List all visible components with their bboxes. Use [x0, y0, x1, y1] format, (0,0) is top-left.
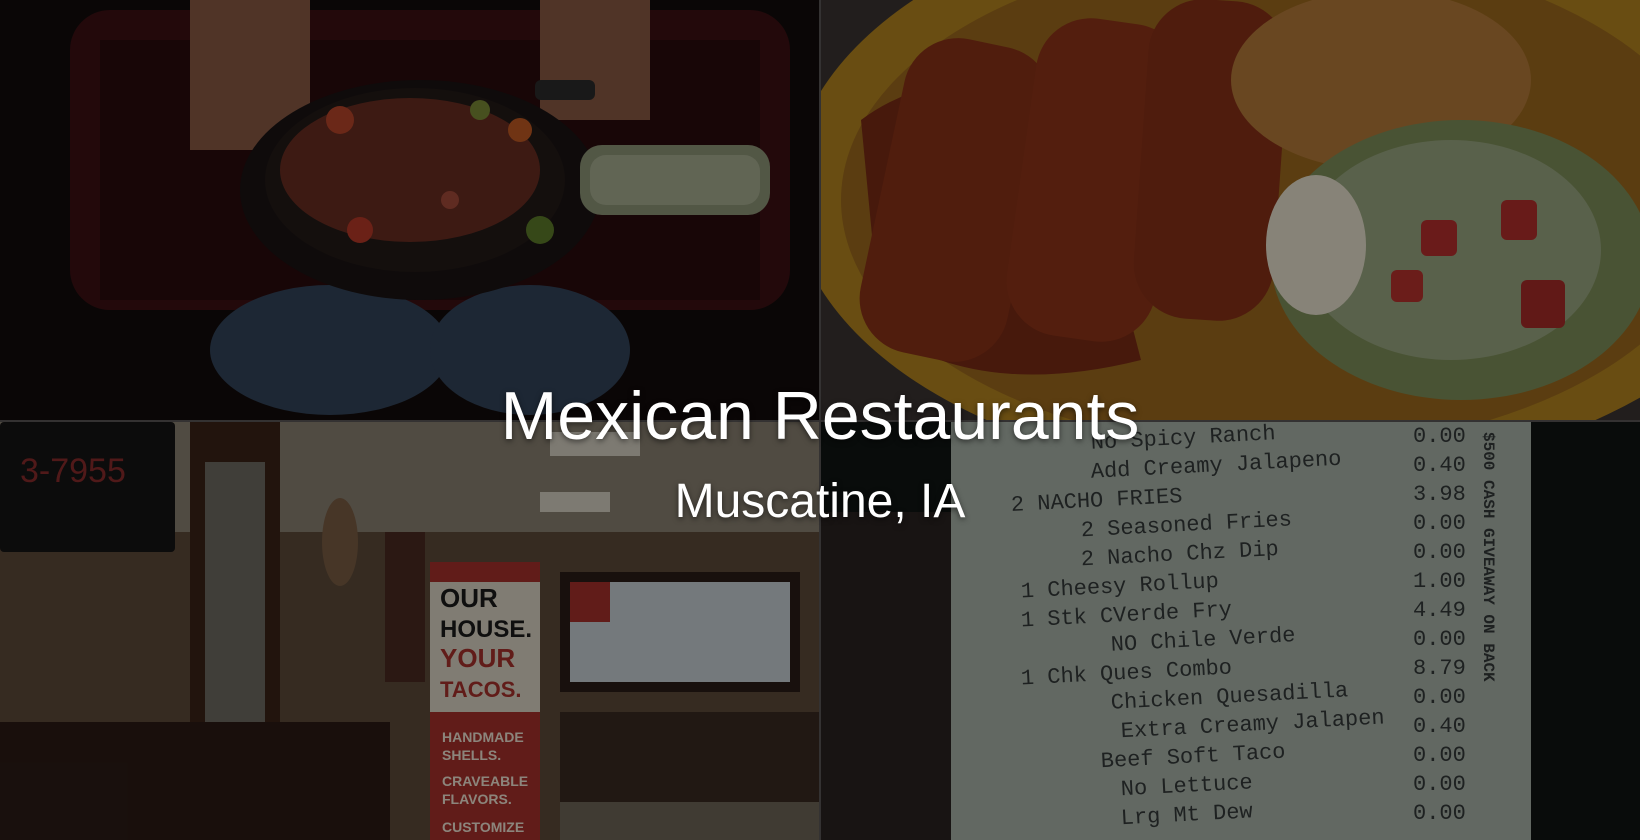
location-subtitle: Muscatine, IA — [674, 475, 966, 528]
page-title: Mexican Restaurants — [500, 378, 1140, 454]
hero-banner: Mexican Restaurants Muscatine, IA — [0, 0, 1640, 840]
